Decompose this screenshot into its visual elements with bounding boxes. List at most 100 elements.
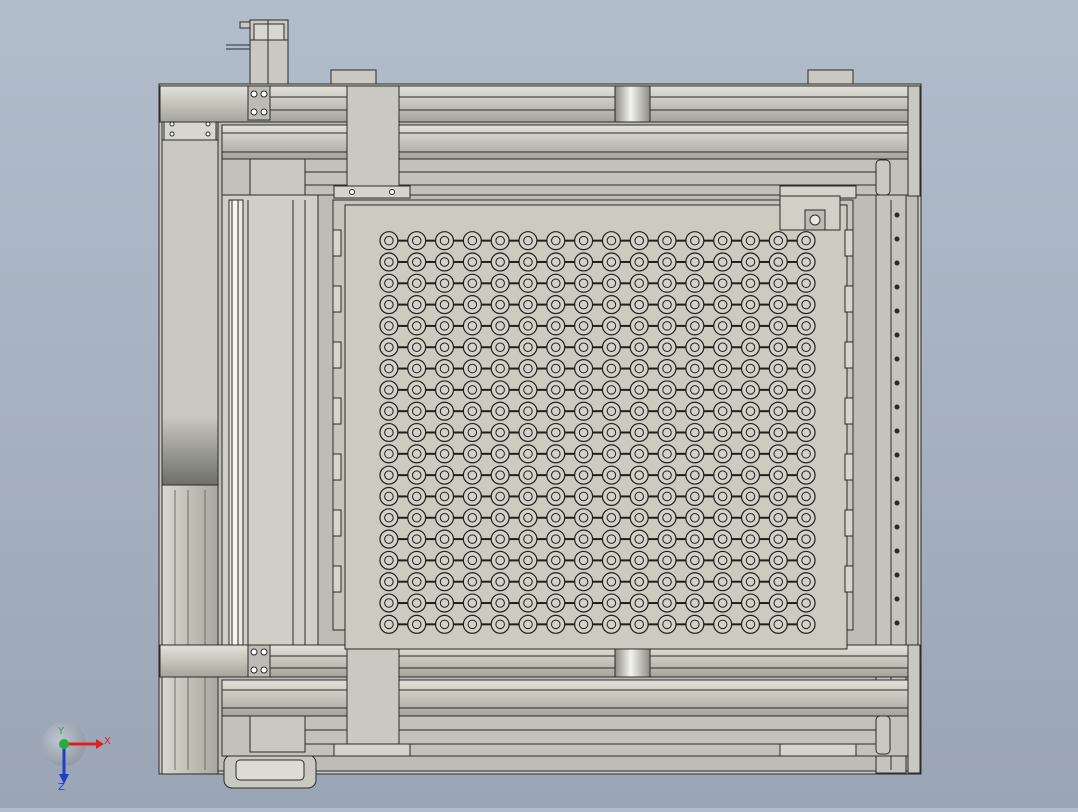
tray-pocket [685, 614, 705, 634]
tray-pocket [740, 273, 761, 293]
tray-pocket [379, 316, 399, 336]
rail-bolt [894, 476, 900, 482]
tray-pocket [379, 295, 399, 315]
rail-bolt [894, 212, 900, 218]
tray-pocket [768, 465, 788, 485]
tray-pocket [629, 593, 649, 613]
tray-pocket [462, 295, 482, 315]
tray-pocket [796, 401, 816, 421]
tray-pocket [657, 593, 677, 613]
tray-pocket [657, 273, 677, 293]
tray-pocket [462, 401, 482, 421]
tray-pocket [434, 295, 455, 315]
tray-pocket [407, 316, 427, 336]
tray-pocket [546, 359, 566, 379]
tray-pocket [768, 295, 788, 315]
tray-pocket [462, 252, 482, 272]
tray-pocket [407, 550, 427, 570]
tray-pocket [740, 380, 761, 400]
tray-pocket [601, 316, 621, 336]
rail-bolt [894, 524, 900, 530]
tray-pocket [629, 572, 649, 592]
tray-pocket [768, 316, 788, 336]
tray-pocket [379, 465, 399, 485]
tray-pocket [407, 465, 427, 485]
top-mount-tabs [330, 69, 854, 85]
tray-pocket [462, 465, 482, 485]
tray-pocket [434, 337, 455, 357]
tray-pocket [574, 295, 594, 315]
tray-pocket [768, 550, 788, 570]
tray-pocket [601, 572, 621, 592]
tray-pocket [685, 486, 705, 506]
tray-pocket [657, 316, 677, 336]
tray-pocket [407, 529, 427, 549]
tray-pocket [574, 359, 594, 379]
tray-pocket [490, 444, 510, 464]
tray-pocket [490, 486, 510, 506]
tray-pocket [713, 572, 733, 592]
tray-pocket [657, 572, 677, 592]
tray-pocket [379, 401, 399, 421]
tray-pocket [601, 593, 621, 613]
tray-pocket [629, 486, 649, 506]
tray-pocket [713, 252, 733, 272]
coordinate-triad: X Y Z [42, 722, 111, 793]
tray-pocket [796, 593, 816, 613]
tray-pocket [601, 422, 621, 443]
tray-pocket [434, 614, 455, 634]
tray-pocket [740, 572, 761, 592]
tray-pocket [518, 359, 538, 379]
tray-pocket [601, 380, 621, 400]
tray-pocket [713, 380, 733, 400]
tray-pocket [601, 508, 621, 528]
z-axis-label: Z [58, 782, 65, 793]
tray-pocket [407, 486, 427, 506]
tray-pocket [407, 295, 427, 315]
x-axis-arrowhead [96, 739, 104, 749]
tray-pocket [434, 401, 455, 421]
tray-pocket [629, 316, 649, 336]
tray-pocket [768, 359, 788, 379]
tray-pocket [713, 273, 733, 293]
tray-pocket [685, 508, 705, 528]
tray-pocket [574, 380, 594, 400]
tray-pocket [407, 572, 427, 592]
tray-pocket [685, 444, 705, 464]
tray-pocket [546, 231, 566, 251]
tray-pocket [713, 401, 733, 421]
tray-pocket [796, 572, 816, 592]
assembly-drawing[interactable]: X Y Z [0, 0, 1078, 808]
tray-pocket [574, 401, 594, 421]
tray-pocket [796, 614, 816, 634]
tray-pocket [685, 422, 705, 443]
tray-pocket [796, 550, 816, 570]
tray-side-clip [332, 565, 342, 593]
tray-pocket [796, 359, 816, 379]
tray-pocket [379, 444, 399, 464]
tray-pocket [434, 444, 455, 464]
tray-pocket [434, 508, 455, 528]
tray-pocket [490, 337, 510, 357]
tray-pocket [796, 295, 816, 315]
tray-pocket [407, 337, 427, 357]
tray-pocket [713, 550, 733, 570]
tray-side-clip [844, 397, 854, 425]
tray-pocket [713, 529, 733, 549]
tray-pocket [713, 465, 733, 485]
tray-pocket [434, 486, 455, 506]
tray-pocket [796, 380, 816, 400]
tray-pocket [518, 508, 538, 528]
y-axis-marker [59, 739, 69, 749]
tray-pocket [490, 316, 510, 336]
tray-pocket [657, 380, 677, 400]
tray-pocket [490, 529, 510, 549]
tray-pocket [546, 401, 566, 421]
tray-pocket [713, 316, 733, 336]
tray-pocket [407, 422, 427, 443]
cad-viewport[interactable]: X Y Z [0, 0, 1078, 808]
tray-pocket [685, 465, 705, 485]
tray-pocket [434, 380, 455, 400]
tray-pocket [518, 572, 538, 592]
tray-pocket [574, 316, 594, 336]
